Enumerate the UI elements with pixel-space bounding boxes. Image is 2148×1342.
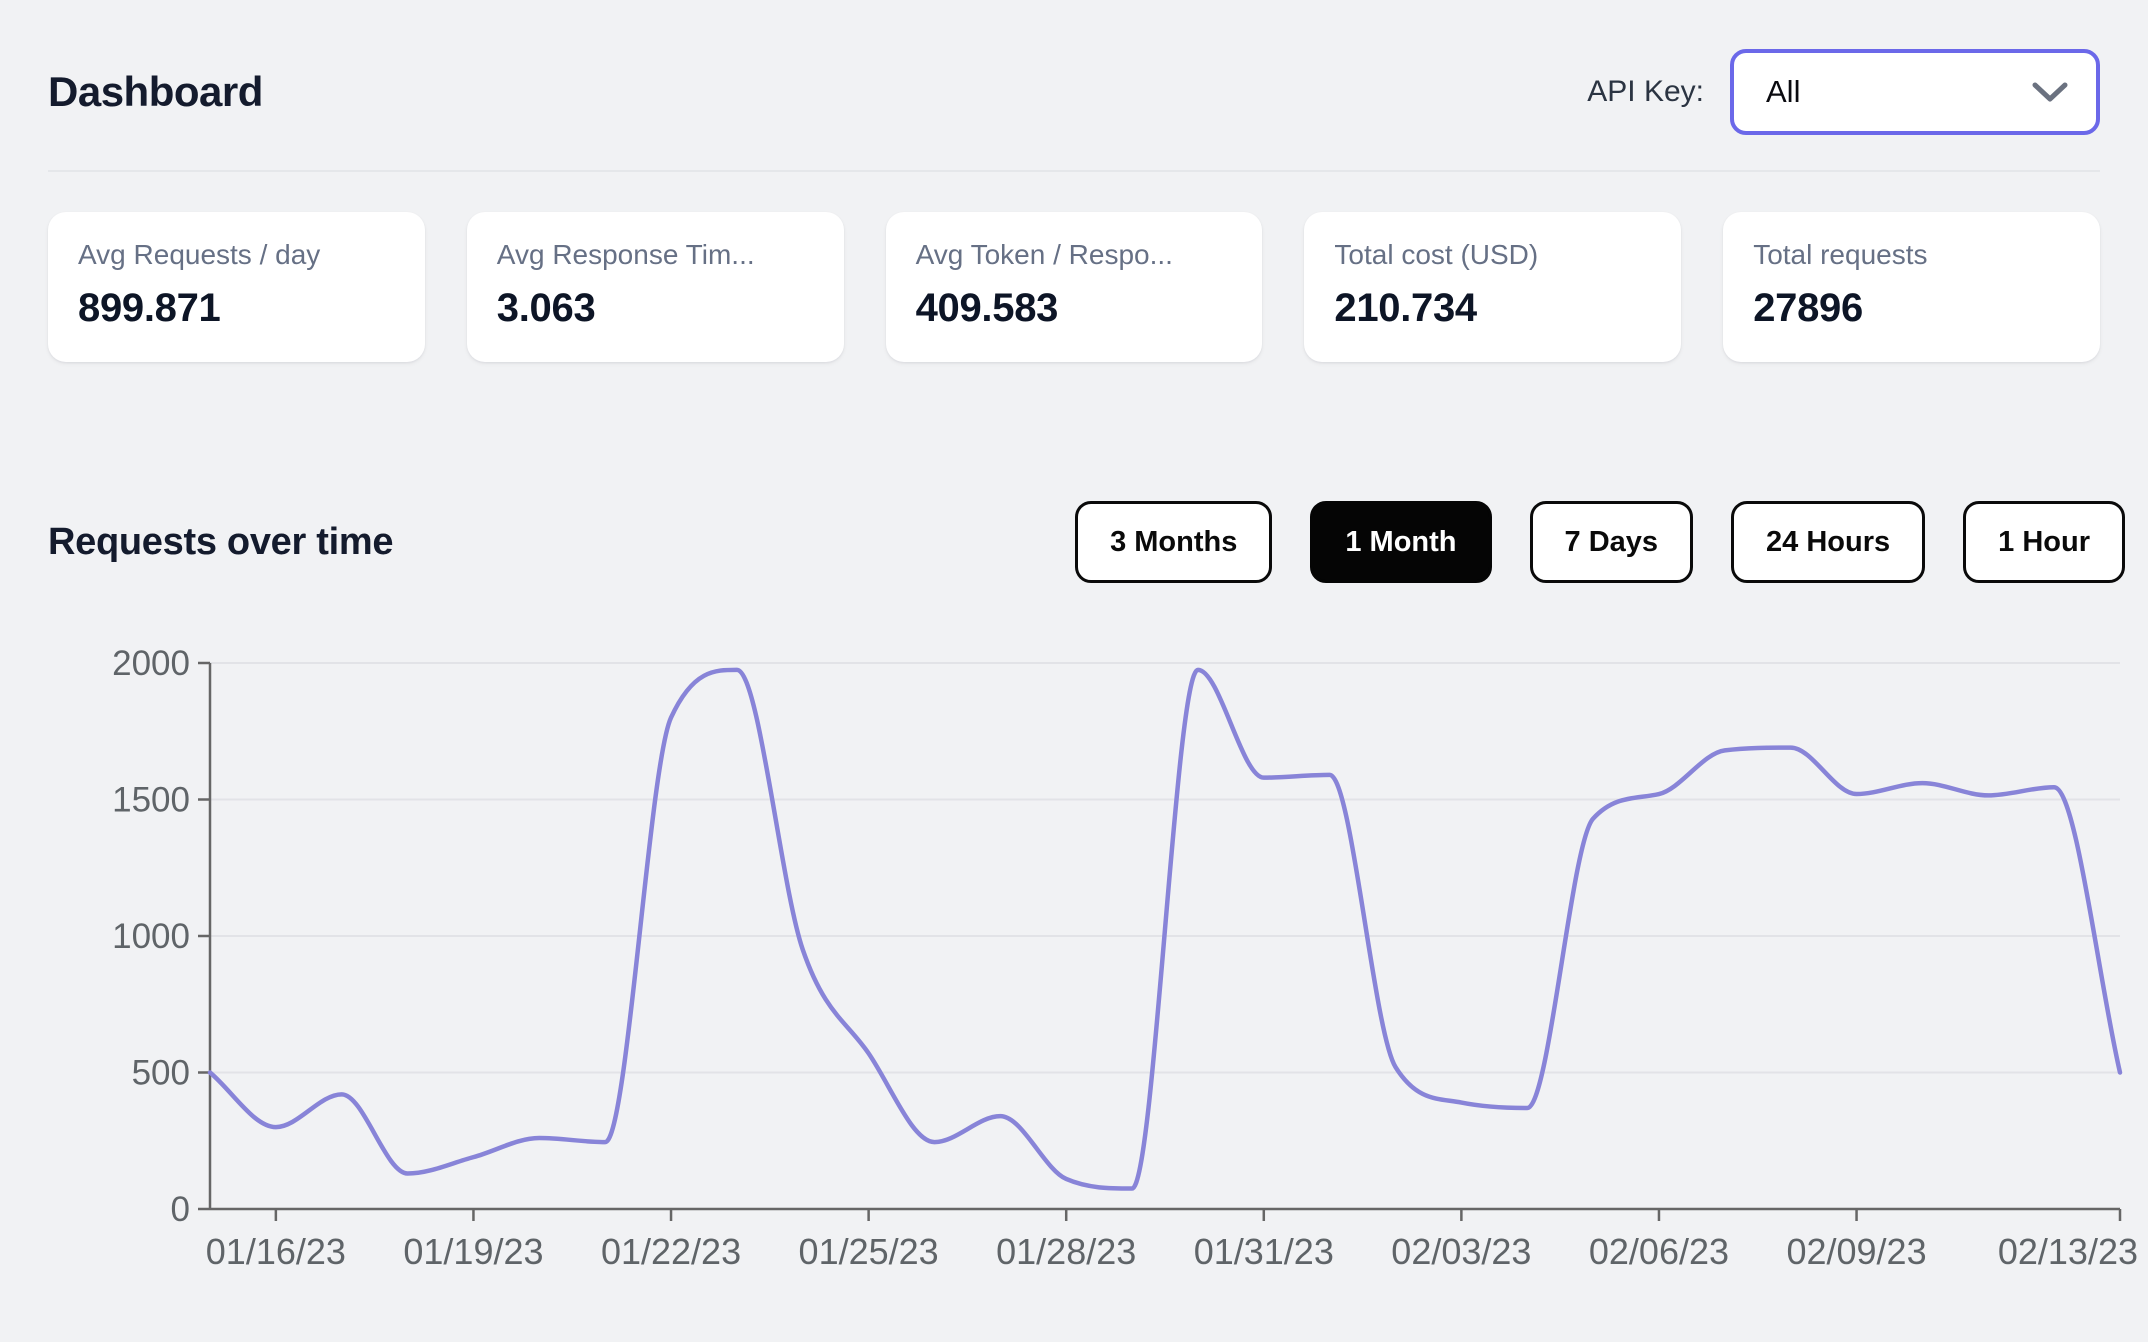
y-tick-label: 500 — [132, 1054, 190, 1093]
x-tick-label: 02/06/23 — [1589, 1231, 1729, 1272]
section-title: Requests over time — [48, 520, 394, 563]
api-key-control: API Key: All — [1587, 49, 2100, 135]
x-tick-label: 01/19/23 — [403, 1231, 543, 1272]
stat-value: 899.871 — [78, 286, 221, 330]
stat-value: 210.734 — [1334, 286, 1477, 330]
x-tick-label: 01/28/23 — [996, 1231, 1136, 1272]
stat-value: 27896 — [1753, 286, 1863, 330]
page-header: Dashboard API Key: All — [48, 44, 2100, 140]
stat-label: Avg Token / Respo... — [915, 239, 1173, 270]
stat-label: Avg Response Tim... — [496, 239, 755, 270]
y-tick-label: 1000 — [112, 917, 190, 956]
range-button-24-hours[interactable]: 24 Hours — [1731, 501, 1926, 583]
range-buttons: 3 Months 1 Month 7 Days 24 Hours 1 Hour — [1075, 501, 2125, 583]
stat-value: 409.583 — [915, 286, 1059, 330]
line-series-path — [207, 667, 2123, 1191]
stat-value: 3.063 — [496, 286, 596, 330]
chart-section-header: Requests over time 3 Months 1 Month 7 Da… — [48, 500, 2125, 584]
range-button-3-months[interactable]: 3 Months — [1075, 501, 1273, 583]
x-tick-label: 01/25/23 — [799, 1231, 939, 1272]
y-tick-label: 0 — [171, 1190, 190, 1229]
stat-card-avg-token: Avg Token / Respo... 409.583 — [885, 212, 1263, 362]
y-tick-label: 1500 — [112, 781, 190, 820]
y-tick-label: 2000 — [112, 644, 190, 683]
range-button-7-days[interactable]: 7 Days — [1529, 501, 1694, 583]
stat-card-total-cost: Total cost (USD) 210.734 — [1304, 212, 1682, 362]
x-tick-label: 01/16/23 — [206, 1231, 346, 1272]
api-key-select[interactable]: All — [1730, 49, 2100, 135]
x-tick-label: 02/13/23 — [1998, 1231, 2138, 1272]
stat-card-total-requests: Total requests 27896 — [1723, 212, 2100, 362]
stats-row: Avg Requests / day 899.871 Avg Response … — [48, 212, 2100, 362]
stat-card-avg-response-time: Avg Response Tim... 3.063 — [466, 212, 844, 362]
stat-label: Avg Requests / day — [78, 239, 321, 270]
api-key-label: API Key: — [1587, 75, 1704, 108]
stat-label: Total cost (USD) — [1334, 239, 1539, 270]
stat-card-avg-requests: Avg Requests / day 899.871 — [48, 212, 425, 362]
header-divider — [48, 170, 2100, 172]
x-tick-label: 01/22/23 — [601, 1231, 741, 1272]
page-title: Dashboard — [48, 68, 263, 115]
x-tick-label: 02/09/23 — [1786, 1231, 1926, 1272]
api-key-selected-value: All — [1766, 74, 1801, 109]
x-tick-label: 02/03/23 — [1391, 1231, 1531, 1272]
requests-line-chart: 0 500 1000 1500 2000 01/16/23 01/19/23 01/22/23… — [112, 644, 2138, 1272]
chevron-down-icon — [2032, 82, 2068, 102]
range-button-1-hour[interactable]: 1 Hour — [1963, 501, 2125, 583]
range-button-1-month[interactable]: 1 Month — [1310, 501, 1492, 583]
stat-label: Total requests — [1753, 239, 1928, 270]
x-tick-label: 01/31/23 — [1194, 1231, 1334, 1272]
